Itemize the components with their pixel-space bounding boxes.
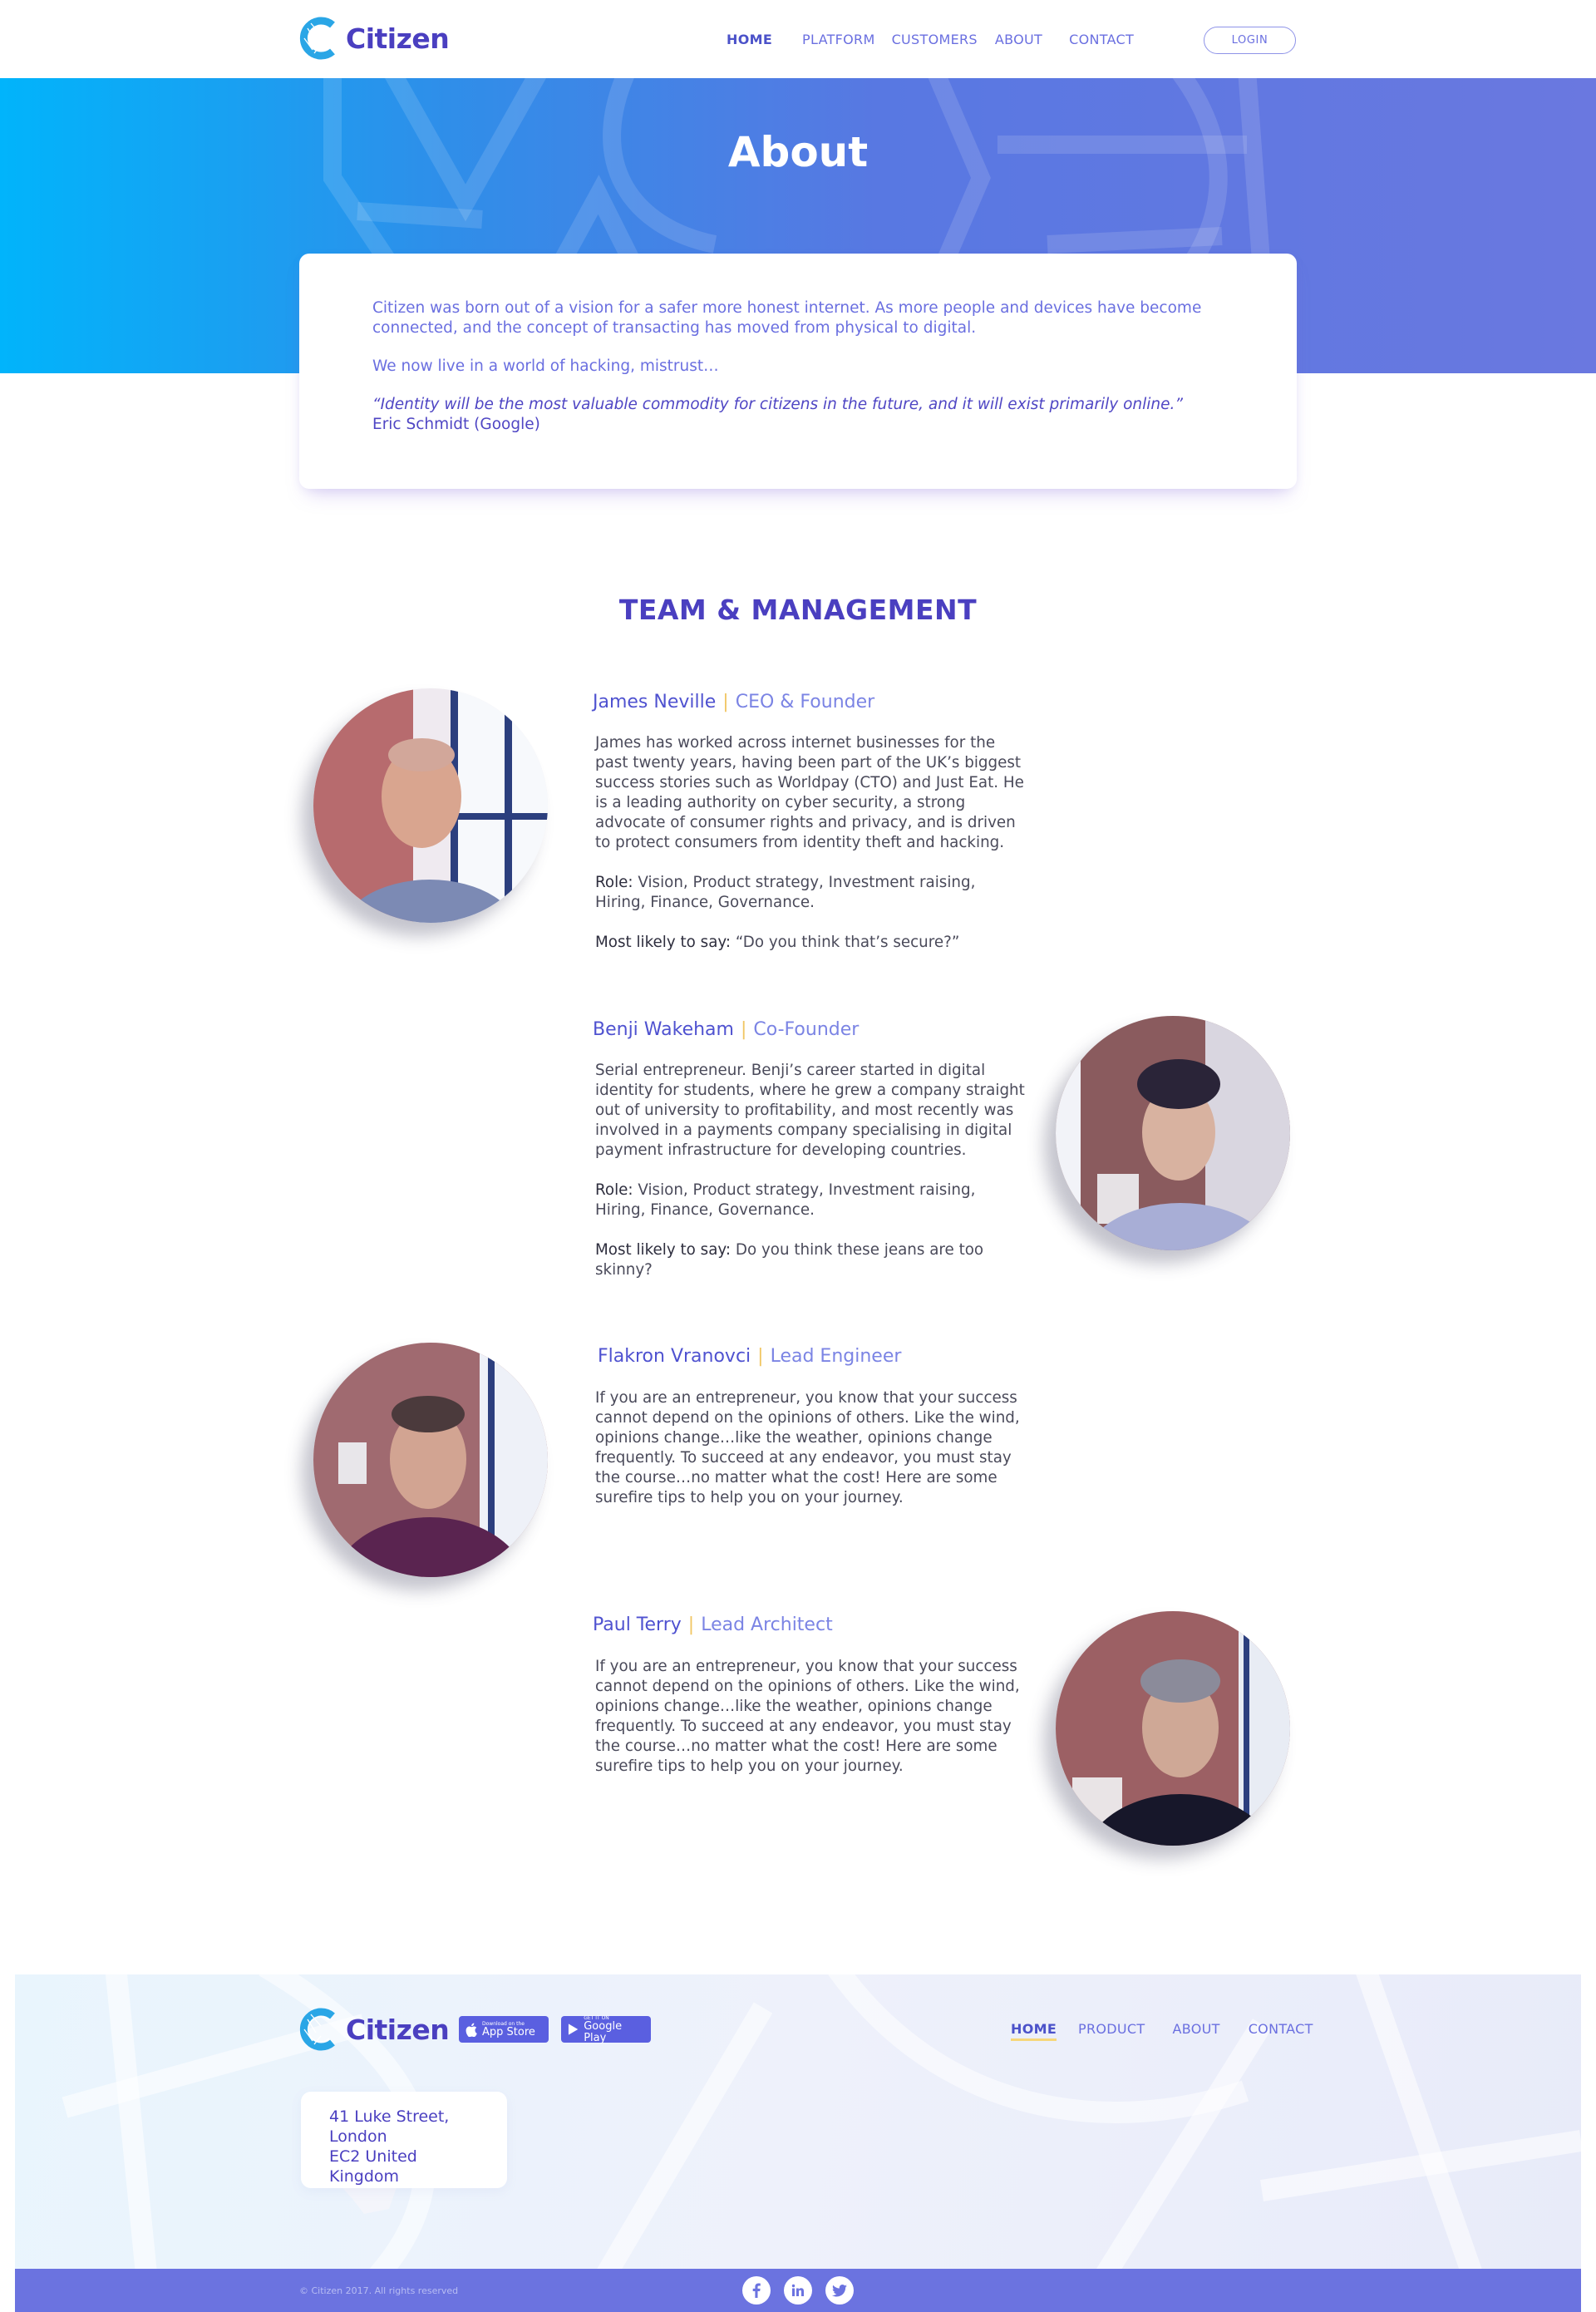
member-name-flakron-vranovci: Flakron Vranovci | Lead Engineer [598, 1346, 901, 1367]
member-bio-text: Serial entrepreneur. Benji’s career star… [595, 1062, 1025, 1159]
member-role-line: Role: Vision, Product strategy, Investme… [595, 873, 1027, 913]
citizen-logo-icon [299, 17, 335, 60]
saying-text: “Do you think that’s secure?” [735, 934, 960, 951]
name-separator: | [722, 692, 729, 712]
team-heading: TEAM & MANAGEMENT [618, 594, 978, 626]
footer-nav-contact[interactable]: CONTACT [1249, 2021, 1313, 2041]
nav-customers[interactable]: CUSTOMERS [892, 32, 978, 47]
avatar-flakron-vranovci [313, 1343, 548, 1577]
main-nav: HOME PLATFORM CUSTOMERS ABOUT CONTACT [727, 32, 1134, 47]
linkedin-link[interactable] [784, 2276, 812, 2305]
portrait-photo-icon [313, 688, 548, 923]
about-quote: “Identity will be the most valuable comm… [372, 396, 1184, 413]
google-play-badge[interactable]: GET IT ON Google Play [561, 2015, 651, 2044]
app-store-big: App Store [482, 2025, 535, 2038]
member-role-title: Co-Founder [753, 1019, 860, 1040]
footer-nav-product[interactable]: PRODUCT [1078, 2021, 1145, 2041]
google-play-text: GET IT ON Google Play [584, 2015, 644, 2044]
role-label: Role: [595, 1181, 633, 1199]
footer-nav: HOME PRODUCT ABOUT CONTACT [1011, 2021, 1313, 2041]
name-separator: | [687, 1614, 695, 1635]
member-saying-line: Most likely to say: “Do you think that’s… [595, 933, 1027, 953]
name-separator: | [740, 1019, 747, 1040]
address-line-3: EC2 United Kingdom [329, 2147, 417, 2186]
avatar-paul-terry [1056, 1611, 1290, 1846]
google-play-icon [568, 2024, 579, 2035]
citizen-logo-icon [299, 2008, 335, 2051]
footer-nav-home[interactable]: HOME [1011, 2021, 1057, 2041]
copyright-text: © Citizen 2017. All rights reserved [299, 2285, 459, 2296]
linkedin-icon [791, 2284, 804, 2296]
member-name-text: Flakron Vranovci [598, 1346, 751, 1367]
twitter-icon [832, 2284, 847, 2296]
login-button[interactable]: LOGIN [1204, 27, 1296, 54]
facebook-icon [752, 2283, 761, 2298]
member-bio-benji-wakeham: Serial entrepreneur. Benji’s career star… [595, 1061, 1027, 1300]
nav-home[interactable]: HOME [727, 32, 772, 47]
header-logo[interactable]: Citizen [299, 17, 450, 60]
logo-wordmark: Citizen [346, 22, 450, 55]
page-title: About [727, 128, 869, 176]
member-bio-text: If you are an entrepreneur, you know tha… [595, 1658, 1020, 1775]
avatar-benji-wakeham [1056, 1016, 1290, 1250]
address-line-2: London [329, 2127, 387, 2146]
quote-author: Eric Schmidt (Google) [372, 416, 540, 433]
member-name-text: James Neville [593, 692, 717, 712]
member-bio-text: James has worked across internet busines… [595, 734, 1024, 851]
member-name-text: Paul Terry [593, 1614, 682, 1635]
member-name-benji-wakeham: Benji Wakeham | Co-Founder [593, 1019, 859, 1040]
member-role-line: Role: Vision, Product strategy, Investme… [595, 1181, 1027, 1220]
member-name-text: Benji Wakeham [593, 1019, 734, 1040]
saying-label: Most likely to say: [595, 1241, 732, 1259]
member-bio-flakron-vranovci: If you are an entrepreneur, you know tha… [595, 1388, 1027, 1528]
role-label: Role: [595, 874, 633, 891]
about-paragraph-1: Citizen was born out of a vision for a s… [372, 299, 1202, 337]
site-header: Citizen HOME PLATFORM CUSTOMERS ABOUT CO… [0, 0, 1596, 78]
member-role-title: Lead Architect [701, 1614, 833, 1635]
member-bio-paul-terry: If you are an entrepreneur, you know tha… [595, 1657, 1027, 1797]
member-saying-line: Most likely to say: Do you think these j… [595, 1240, 1027, 1280]
member-role-title: CEO & Founder [735, 692, 875, 712]
member-name-paul-terry: Paul Terry | Lead Architect [593, 1614, 833, 1635]
nav-platform[interactable]: PLATFORM [802, 32, 875, 47]
portrait-photo-icon [1056, 1016, 1290, 1250]
app-store-badge[interactable]: Download on the App Store [459, 2016, 549, 2043]
apple-icon [466, 2023, 477, 2037]
nav-about[interactable]: ABOUT [995, 32, 1042, 47]
avatar-james-neville [313, 688, 548, 923]
portrait-photo-icon [1056, 1611, 1290, 1846]
google-play-big: Google Play [584, 2019, 623, 2044]
address-card: 41 Luke Street, London EC2 United Kingdo… [301, 2092, 507, 2188]
role-text: Vision, Product strategy, Investment rai… [595, 1181, 976, 1219]
about-intro-card: Citizen was born out of a vision for a s… [299, 254, 1297, 489]
footer-bottom-bar: © Citizen 2017. All rights reserved [15, 2269, 1581, 2312]
logo-wordmark: Citizen [346, 2013, 450, 2046]
saying-label: Most likely to say: [595, 934, 732, 951]
member-name-james-neville: James Neville | CEO & Founder [593, 692, 874, 712]
facebook-link[interactable] [742, 2276, 771, 2305]
footer-logo[interactable]: Citizen [299, 2008, 450, 2051]
footer-background-pattern [62, 1974, 1581, 2269]
nav-contact[interactable]: CONTACT [1069, 32, 1134, 47]
about-paragraph-2: We now live in a world of hacking, mistr… [372, 357, 719, 375]
twitter-link[interactable] [825, 2276, 854, 2305]
member-bio-james-neville: James has worked across internet busines… [595, 733, 1027, 973]
role-text: Vision, Product strategy, Investment rai… [595, 874, 976, 911]
site-footer: Citizen Download on the App Store GET IT… [15, 1974, 1581, 2269]
name-separator: | [757, 1346, 764, 1367]
footer-nav-about[interactable]: ABOUT [1172, 2021, 1219, 2041]
app-store-text: Download on the App Store [482, 2021, 535, 2038]
address-line-1: 41 Luke Street, [329, 2107, 450, 2126]
member-role-title: Lead Engineer [770, 1346, 902, 1367]
portrait-photo-icon [313, 1343, 548, 1577]
member-bio-text: If you are an entrepreneur, you know tha… [595, 1389, 1020, 1506]
